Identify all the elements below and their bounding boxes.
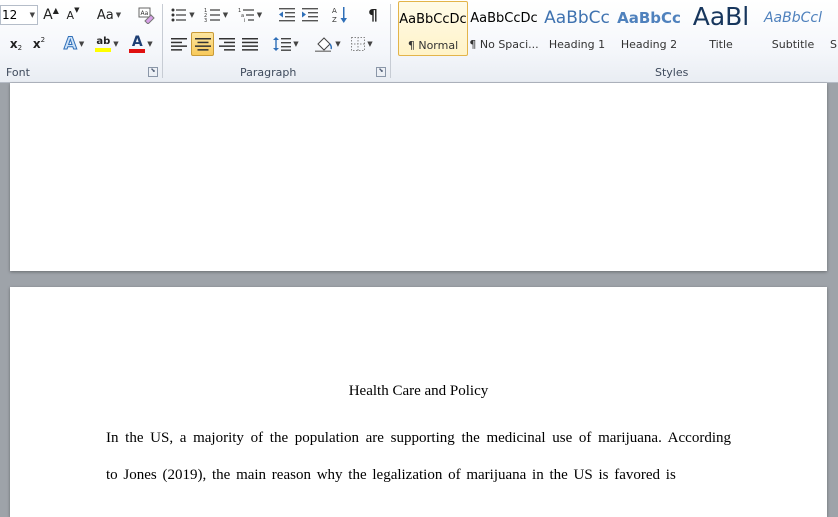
- style-normal[interactable]: AaBbCcDc ¶ Normal: [398, 1, 468, 56]
- font-size-value: 12: [2, 8, 18, 22]
- change-case-icon: Aa: [96, 7, 114, 23]
- align-right-icon: [219, 37, 235, 51]
- align-center-button[interactable]: [191, 32, 214, 56]
- numbering-button[interactable]: 1 2 3 ▼: [201, 4, 231, 26]
- shading-button[interactable]: ▼: [313, 33, 343, 55]
- highlight-button[interactable]: ab ▼: [92, 33, 122, 55]
- style-name: Title: [709, 38, 733, 51]
- font-color-icon: A: [129, 35, 146, 53]
- line-spacing-icon: [273, 37, 292, 51]
- svg-text:i: i: [244, 18, 245, 22]
- styles-gallery: AaBbCcDc ¶ Normal AaBbCcDc ¶ No Spaci...…: [396, 0, 838, 62]
- pilcrow-icon: ¶: [368, 6, 378, 24]
- font-group: 12 ▼ A ▲ A ▼ Aa ▼ Aa x2 x2 A ▼ ab ▼ A ▼ …: [0, 0, 162, 82]
- text-effects-icon: A: [63, 34, 77, 55]
- multilevel-list-button[interactable]: 1 a i ▼: [235, 4, 265, 26]
- style-preview: AaBbCcDc: [399, 12, 467, 27]
- bullets-icon: [171, 8, 187, 22]
- style-name: ¶ Normal: [407, 39, 459, 52]
- subscript-button[interactable]: x2: [6, 33, 26, 55]
- sort-az-icon: A Z: [332, 7, 347, 24]
- style-preview: AaBl: [692, 2, 750, 31]
- multilevel-list-icon: 1 a i: [238, 8, 254, 22]
- document-text-line: to Jones (2019), the main reason why the…: [106, 467, 676, 483]
- paragraph-dialog-launcher-icon[interactable]: ⬊: [376, 67, 386, 77]
- document-text-line: In the US, a majority of the population …: [106, 430, 731, 446]
- justify-icon: [242, 37, 258, 51]
- clear-formatting-icon: Aa: [138, 7, 155, 24]
- highlighter-icon: ab: [95, 36, 112, 52]
- style-name: S: [830, 38, 837, 51]
- grow-font-button[interactable]: A ▲: [41, 4, 61, 26]
- svg-text:Aa: Aa: [141, 10, 149, 17]
- align-right-button[interactable]: [216, 33, 238, 55]
- font-color-button[interactable]: A ▼: [126, 33, 156, 55]
- align-center-icon: [194, 37, 211, 51]
- style-title[interactable]: AaBl Title: [686, 1, 756, 56]
- style-heading-1[interactable]: AaBbCc Heading 1: [542, 1, 612, 56]
- style-preview: AaBbCc: [617, 9, 681, 27]
- style-no-spacing[interactable]: AaBbCcDc ¶ No Spaci...: [469, 1, 539, 56]
- align-left-button[interactable]: [168, 33, 190, 55]
- svg-text:A: A: [332, 7, 337, 15]
- ribbon: 12 ▼ A ▲ A ▼ Aa ▼ Aa x2 x2 A ▼ ab ▼ A ▼ …: [0, 0, 838, 83]
- document-title: Health Care and Policy: [348, 383, 489, 399]
- style-subtitle[interactable]: AaBbCcl Subtitle: [758, 1, 828, 56]
- grow-font-icon: A: [43, 7, 53, 23]
- superscript-button[interactable]: x2: [29, 33, 49, 55]
- change-case-button[interactable]: Aa ▼: [94, 4, 124, 26]
- svg-text:3: 3: [204, 18, 207, 22]
- increase-indent-icon: [302, 8, 318, 22]
- text-effects-button[interactable]: A ▼: [60, 33, 88, 55]
- document-page-current[interactable]: Health Care and Policy In the US, a majo…: [10, 287, 827, 517]
- style-name: Heading 2: [620, 38, 678, 51]
- paragraph-group-label: Paragraph: [240, 66, 297, 79]
- style-name: Heading 1: [548, 38, 606, 51]
- subscript-icon: x: [9, 37, 18, 51]
- style-preview: AaBbCc: [544, 8, 610, 28]
- bullets-button[interactable]: ▼: [169, 4, 197, 26]
- sort-button[interactable]: A Z: [329, 4, 351, 26]
- document-page-previous[interactable]: [10, 83, 827, 271]
- decrease-indent-button[interactable]: [277, 4, 297, 26]
- paint-bucket-icon: [315, 37, 333, 52]
- paragraph-group: ▼ 1 2 3 ▼ 1 a i ▼ A Z ¶ ▼ ▼ ▼ Paragraph …: [163, 0, 390, 82]
- font-size-combobox[interactable]: 12 ▼: [0, 5, 38, 25]
- font-dialog-launcher-icon[interactable]: ⬊: [148, 67, 158, 77]
- shrink-font-button[interactable]: A ▼: [63, 4, 83, 26]
- borders-button[interactable]: ▼: [347, 33, 377, 55]
- clear-formatting-button[interactable]: Aa: [135, 4, 157, 26]
- svg-text:Z: Z: [332, 16, 337, 24]
- group-divider: [390, 4, 391, 78]
- align-left-icon: [171, 37, 187, 51]
- show-hide-marks-button[interactable]: ¶: [363, 4, 383, 26]
- shrink-font-icon: A: [66, 8, 75, 22]
- styles-group-label: Styles: [655, 66, 689, 79]
- decrease-indent-icon: [279, 8, 295, 22]
- justify-button[interactable]: [239, 33, 261, 55]
- superscript-icon: x: [32, 37, 41, 51]
- borders-icon: [351, 37, 366, 51]
- style-preview: AaBbCcDc: [470, 11, 538, 26]
- chevron-down-icon[interactable]: ▼: [30, 11, 35, 19]
- style-heading-2[interactable]: AaBbCc Heading 2: [614, 1, 684, 56]
- style-name: ¶ No Spaci...: [469, 38, 539, 51]
- font-group-label: Font: [6, 66, 30, 79]
- style-preview: AaBbCcl: [763, 10, 822, 26]
- style-more[interactable]: S: [830, 1, 838, 56]
- numbering-icon: 1 2 3: [204, 8, 220, 22]
- line-spacing-button[interactable]: ▼: [271, 33, 301, 55]
- increase-indent-button[interactable]: [300, 4, 320, 26]
- style-name: Subtitle: [771, 38, 815, 51]
